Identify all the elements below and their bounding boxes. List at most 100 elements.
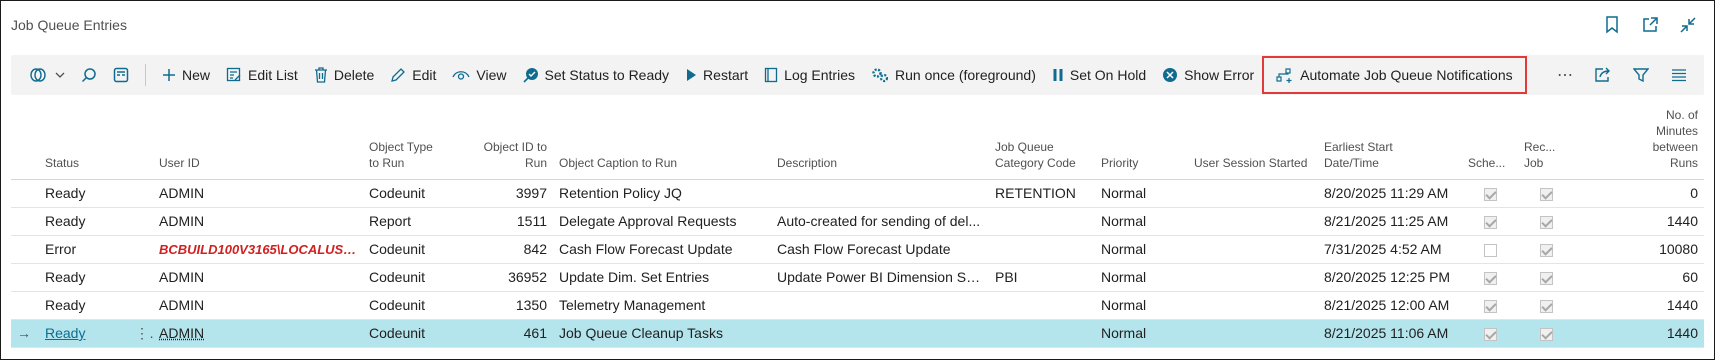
more-options-icon[interactable]: ⋯: [1548, 60, 1582, 90]
view-button[interactable]: View: [444, 60, 514, 90]
show-error-button[interactable]: Show Error: [1154, 60, 1262, 90]
cell-earliest-start: 8/20/2025 11:29 AM: [1318, 179, 1462, 208]
pause-icon: [1053, 69, 1063, 81]
cell-minutes: 60: [1574, 263, 1704, 292]
delete-button[interactable]: Delete: [306, 60, 382, 90]
col-user-id[interactable]: User ID: [153, 101, 363, 180]
user-id-value: ADMIN: [159, 325, 205, 341]
row-selection-arrow-icon: [11, 291, 39, 320]
recurring-checkbox: [1539, 271, 1553, 285]
cell-object-type: Codeunit: [363, 291, 461, 320]
row-actions-icon[interactable]: ⋮: [129, 319, 153, 348]
open-new-window-icon[interactable]: [1640, 15, 1660, 35]
table-row[interactable]: → Ready ⋮ ADMIN Codeunit 461 Job Queue Cleanup…: [11, 319, 1704, 348]
row-actions-icon[interactable]: [129, 263, 153, 292]
set-on-hold-button[interactable]: Set On Hold: [1044, 60, 1154, 90]
cell-status: Ready: [39, 263, 129, 292]
col-category[interactable]: Job Queue Category Code: [989, 101, 1095, 180]
table-row[interactable]: Ready ADMIN Codeunit 3997 Retention Policy J…: [11, 179, 1704, 208]
col-minutes[interactable]: No. of Minutes between Runs: [1574, 101, 1704, 180]
row-actions-icon[interactable]: [129, 179, 153, 208]
scheduled-checkbox: [1483, 271, 1497, 285]
cell-recurring: [1518, 263, 1574, 292]
flow-automate-icon: [1276, 68, 1292, 83]
col-category-label-2: Category Code: [995, 155, 1076, 170]
cell-recurring: [1518, 207, 1574, 236]
view-label: View: [476, 67, 507, 83]
table-row[interactable]: Ready ADMIN Codeunit 36952 Update Dim. Set E…: [11, 263, 1704, 292]
col-object-id-label-2: Run: [524, 155, 547, 170]
row-actions-icon[interactable]: [129, 235, 153, 264]
col-recurring-label-2: Job: [1524, 155, 1544, 170]
table-row[interactable]: Ready ADMIN Report 1511 Delegate Approval Re…: [11, 207, 1704, 236]
cell-user-id: ADMIN: [153, 319, 363, 348]
cell-caption: Delegate Approval Requests: [553, 207, 771, 236]
user-id-value: ADMIN: [159, 185, 205, 201]
cell-user-id: ADMIN: [153, 291, 363, 320]
cell-object-id: 461: [461, 319, 553, 348]
cell-description: Update Power BI Dimension Set ...: [771, 263, 989, 292]
col-object-id[interactable]: Object ID to Run: [461, 101, 553, 180]
cell-object-id: 36952: [461, 263, 553, 292]
col-scheduled[interactable]: Sche...: [1462, 101, 1518, 180]
col-caption[interactable]: Object Caption to Run: [553, 101, 771, 180]
scheduled-checkbox: [1483, 327, 1497, 341]
search-button[interactable]: [73, 60, 105, 90]
cell-category: [989, 207, 1095, 236]
recurring-checkbox: [1539, 327, 1553, 341]
edit-button[interactable]: Edit: [382, 60, 444, 90]
col-recurring[interactable]: Rec... Job: [1518, 101, 1574, 180]
trash-icon: [314, 67, 327, 83]
analysis-mode-button[interactable]: [105, 60, 137, 90]
cell-category: RETENTION: [989, 179, 1095, 208]
recurring-checkbox: [1539, 299, 1553, 313]
log-entries-button[interactable]: Log Entries: [756, 60, 863, 90]
cell-caption: Cash Flow Forecast Update: [553, 235, 771, 264]
col-object-type-label-1: Object Type: [369, 139, 433, 154]
edit-list-button[interactable]: Edit List: [218, 60, 306, 90]
automate-notifications-button[interactable]: Automate Job Queue Notifications: [1262, 56, 1527, 94]
cell-object-type: Codeunit: [363, 235, 461, 264]
row-selection-arrow-icon: [11, 179, 39, 208]
cell-status[interactable]: Ready: [39, 319, 129, 348]
set-status-ready-button[interactable]: Set Status to Ready: [515, 60, 678, 90]
analysis-icon: [113, 67, 129, 83]
filter-icon[interactable]: [1624, 60, 1658, 90]
row-actions-icon[interactable]: [129, 291, 153, 320]
set-on-hold-label: Set On Hold: [1069, 67, 1147, 83]
col-object-id-label-1: Object ID to: [483, 139, 547, 154]
toolbar-divider: [145, 64, 146, 86]
pencil-icon: [391, 68, 406, 82]
cell-minutes: 1440: [1574, 319, 1704, 348]
col-status[interactable]: Status: [39, 101, 129, 180]
col-priority[interactable]: Priority: [1095, 101, 1188, 180]
col-description[interactable]: Description: [771, 101, 989, 180]
view-switcher-button[interactable]: [21, 60, 73, 90]
new-button[interactable]: New: [154, 60, 218, 90]
recurring-checkbox: [1539, 243, 1553, 257]
run-once-button[interactable]: Run once (foreground): [863, 60, 1044, 90]
cell-object-id: 1511: [461, 207, 553, 236]
page-header: Job Queue Entries: [1, 1, 1714, 53]
table-row[interactable]: Ready ADMIN Codeunit 1350 Telemetry Manageme…: [11, 291, 1704, 320]
set-status-ready-label: Set Status to Ready: [544, 67, 670, 83]
col-earliest-start[interactable]: Earliest Start Date/Time: [1318, 101, 1462, 180]
row-actions-icon[interactable]: [129, 207, 153, 236]
cell-priority: Normal: [1095, 263, 1188, 292]
col-session[interactable]: User Session Started: [1188, 101, 1318, 180]
list-view-icon[interactable]: [1662, 60, 1696, 90]
cell-priority: Normal: [1095, 235, 1188, 264]
table-row[interactable]: Error BCBUILD100V3165\LOCALUSER Codeunit 84…: [11, 235, 1704, 264]
job-queue-entries-page: Job Queue Entries New Edit List Delete E…: [0, 0, 1715, 360]
share-icon[interactable]: [1586, 60, 1620, 90]
view-switcher-icon: [30, 68, 46, 82]
user-id-value: BCBUILD100V3165\LOCALUSER: [159, 241, 362, 257]
collapse-icon[interactable]: [1678, 15, 1698, 35]
cell-description: Cash Flow Forecast Update: [771, 235, 989, 264]
bookmark-icon[interactable]: [1602, 15, 1622, 35]
restart-button[interactable]: Restart: [677, 60, 756, 90]
cell-caption: Update Dim. Set Entries: [553, 263, 771, 292]
cell-object-type: Report: [363, 207, 461, 236]
play-icon: [687, 69, 697, 81]
col-object-type[interactable]: Object Type to Run: [363, 101, 461, 180]
